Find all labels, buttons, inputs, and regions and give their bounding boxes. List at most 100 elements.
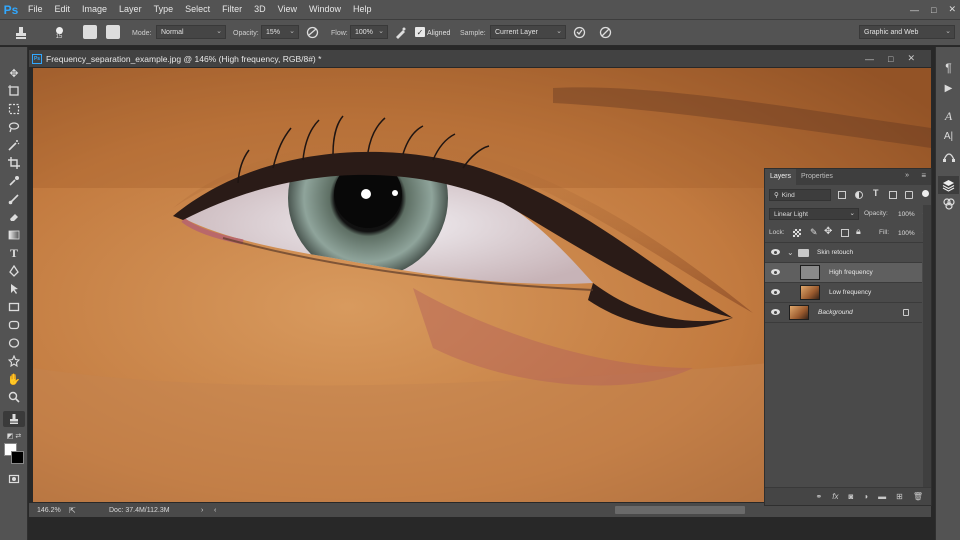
menu-file[interactable]: File xyxy=(22,0,49,19)
filter-adjustment-icon[interactable] xyxy=(855,191,863,199)
close-window-button[interactable]: ✕ xyxy=(948,4,956,15)
toggle-clone-source-panel-icon[interactable] xyxy=(106,25,120,39)
pressure-size-icon[interactable] xyxy=(598,25,612,39)
menu-layer[interactable]: Layer xyxy=(113,0,148,19)
aligned-checkbox[interactable]: ✓ xyxy=(415,27,425,37)
layer-row-skin-retouch[interactable]: ⌄ Skin retouch xyxy=(765,243,922,263)
visibility-eye-icon[interactable] xyxy=(771,309,780,315)
status-menu-arrow-icon[interactable]: › xyxy=(201,507,203,514)
background-color-swatch[interactable] xyxy=(11,451,24,464)
lasso-tool-icon[interactable] xyxy=(3,119,25,135)
new-group-icon[interactable]: ▬ xyxy=(878,492,886,501)
ellipse-tool-icon[interactable] xyxy=(3,335,25,351)
rectangle-tool-icon[interactable] xyxy=(3,299,25,315)
link-layers-icon[interactable]: ⚭ xyxy=(816,492,823,501)
layer-row-low-frequency[interactable]: Low frequency xyxy=(765,283,922,303)
lock-transparent-icon[interactable] xyxy=(793,229,801,237)
visibility-eye-icon[interactable] xyxy=(771,269,780,275)
filter-pixel-icon[interactable] xyxy=(838,191,846,199)
document-tab[interactable]: Ps Frequency_separation_example.jpg @ 14… xyxy=(29,50,931,67)
zoom-level[interactable]: 146.2% xyxy=(37,507,61,514)
document-restore-button[interactable]: □ xyxy=(888,54,893,64)
gradient-tool-icon[interactable] xyxy=(3,227,25,243)
artboard-tool-icon[interactable] xyxy=(3,83,25,99)
default-colors-icon[interactable]: ◩ ⇄ xyxy=(3,428,25,444)
play-actions-icon[interactable]: ▶ xyxy=(938,79,959,97)
lock-artboard-icon[interactable] xyxy=(841,229,849,237)
document-info[interactable]: Doc: 37.4M/112.3M xyxy=(109,507,170,514)
zoom-tool-icon[interactable] xyxy=(3,389,25,405)
filter-toggle-icon[interactable] xyxy=(922,190,929,197)
lock-position-icon[interactable]: ✥ xyxy=(824,226,832,237)
mode-select[interactable]: Normal ⌄ xyxy=(156,25,226,39)
menu-filter[interactable]: Filter xyxy=(216,0,248,19)
layer-row-background[interactable]: Background xyxy=(765,303,922,323)
minimize-button[interactable]: — xyxy=(910,5,919,15)
lock-all-icon[interactable]: 🔒︎ xyxy=(856,226,861,237)
export-icon[interactable]: ⇱ xyxy=(69,506,76,515)
sample-select[interactable]: Current Layer ⌄ xyxy=(490,25,566,39)
document-close-button[interactable]: ✕ xyxy=(907,53,915,64)
delete-layer-icon[interactable]: 🗑︎ xyxy=(913,492,923,501)
layers-scrollbar[interactable] xyxy=(923,205,931,487)
tab-layers[interactable]: Layers xyxy=(765,169,797,185)
quick-mask-icon[interactable] xyxy=(3,471,25,487)
lock-image-icon[interactable]: ✎ xyxy=(810,227,818,238)
scroll-left-icon[interactable]: ‹ xyxy=(214,507,216,514)
brush-size-picker[interactable]: 15 xyxy=(50,22,68,44)
menu-edit[interactable]: Edit xyxy=(49,0,77,19)
channels-icon[interactable] xyxy=(938,195,959,213)
document-minimize-button[interactable]: — xyxy=(865,54,874,64)
menu-image[interactable]: Image xyxy=(76,0,113,19)
new-adjustment-layer-icon[interactable]: ◑ xyxy=(863,492,868,501)
move-tool-icon[interactable]: ✥ xyxy=(3,65,25,81)
flow-input[interactable]: 100% ⌄ xyxy=(350,25,388,39)
expand-chevron-icon[interactable]: ⌄ xyxy=(787,248,794,257)
custom-shape-tool-icon[interactable] xyxy=(3,353,25,369)
ignore-adjustment-layers-icon[interactable] xyxy=(572,25,586,39)
layer-style-fx-button[interactable]: fx xyxy=(832,492,838,501)
pressure-opacity-icon[interactable] xyxy=(305,25,319,39)
menu-3d[interactable]: 3D xyxy=(248,0,272,19)
rounded-rectangle-tool-icon[interactable] xyxy=(3,317,25,333)
maximize-button[interactable]: □ xyxy=(931,5,936,15)
path-selection-tool-icon[interactable] xyxy=(3,281,25,297)
eyedropper-tool-icon[interactable] xyxy=(3,173,25,189)
hand-tool-icon[interactable]: ✋ xyxy=(3,371,25,387)
menu-type[interactable]: Type xyxy=(148,0,180,19)
panel-menu-icon[interactable]: ≡ xyxy=(921,171,926,180)
glyphs-icon[interactable]: A| xyxy=(938,127,959,145)
magic-wand-tool-icon[interactable] xyxy=(3,137,25,153)
eraser-tool-icon[interactable] xyxy=(3,209,25,225)
paths-icon[interactable] xyxy=(938,147,959,165)
new-layer-icon[interactable]: ⊞ xyxy=(896,492,903,501)
workspace-select[interactable]: Graphic and Web ⌄ xyxy=(859,25,955,39)
pen-tool-icon[interactable] xyxy=(3,263,25,279)
menu-window[interactable]: Window xyxy=(303,0,347,19)
menu-help[interactable]: Help xyxy=(347,0,378,19)
horizontal-scrollbar[interactable] xyxy=(615,506,745,514)
brush-tool-icon[interactable] xyxy=(3,191,25,207)
filter-smart-object-icon[interactable] xyxy=(905,191,913,199)
filter-type-icon[interactable]: T xyxy=(873,188,879,198)
blend-mode-select[interactable]: Linear Light ⌄ xyxy=(769,208,859,220)
clone-stamp-tool-icon[interactable] xyxy=(3,411,25,427)
airbrush-icon[interactable] xyxy=(393,25,407,39)
opacity-input[interactable]: 15% ⌄ xyxy=(261,25,299,39)
layer-row-high-frequency[interactable]: High frequency xyxy=(765,263,922,283)
character-styles-icon[interactable]: A xyxy=(938,107,959,125)
menu-select[interactable]: Select xyxy=(179,0,216,19)
layers-panel-icon[interactable] xyxy=(938,176,959,194)
menu-view[interactable]: View xyxy=(272,0,303,19)
clone-stamp-tool-preset-icon[interactable] xyxy=(10,24,32,42)
marquee-tool-icon[interactable] xyxy=(3,101,25,117)
tab-properties[interactable]: Properties xyxy=(796,169,838,185)
visibility-eye-icon[interactable] xyxy=(771,249,780,255)
crop-tool-icon[interactable] xyxy=(3,155,25,171)
add-mask-icon[interactable]: ◙ xyxy=(848,492,853,501)
collapse-panel-icon[interactable]: » xyxy=(905,172,909,179)
filter-shape-icon[interactable] xyxy=(889,191,897,199)
layer-filter-kind-select[interactable]: ⚲ Kind xyxy=(769,189,831,201)
type-tool-icon[interactable]: T xyxy=(3,245,25,261)
paragraph-icon[interactable]: ¶ xyxy=(938,59,959,77)
